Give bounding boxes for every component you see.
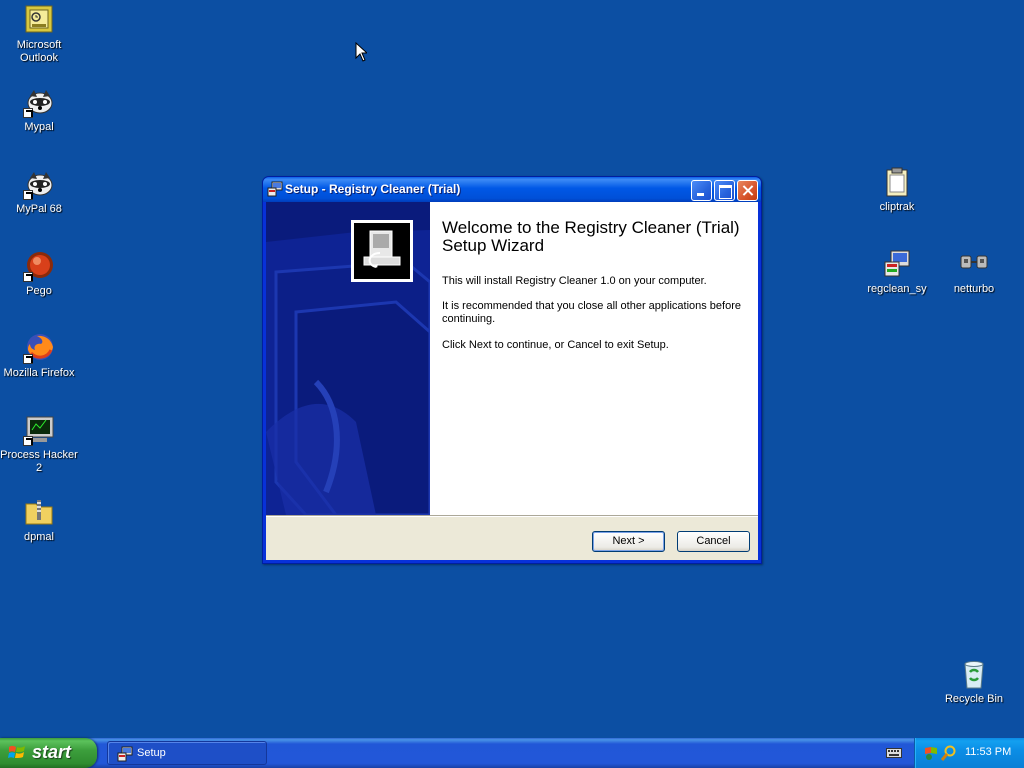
computer-install-icon: [354, 223, 410, 279]
desktop-icon-process-hacker[interactable]: Process Hacker 2: [0, 414, 79, 475]
shortcut-arrow-icon: [23, 190, 33, 200]
window-title: Setup - Registry Cleaner (Trial): [285, 182, 461, 196]
install-info-text: This will install Registry Cleaner 1.0 o…: [442, 275, 707, 287]
mouse-cursor-icon: [355, 42, 367, 62]
desktop-icon-label: Pego: [26, 285, 52, 297]
zip-folder-icon: [23, 496, 55, 528]
desktop-icon-label: netturbo: [953, 283, 995, 295]
shortcut-arrow-icon: [23, 272, 33, 282]
desktop-icon-mypal68[interactable]: MyPal 68: [0, 168, 79, 216]
keyboard-icon[interactable]: [886, 747, 902, 759]
desktop-icon-recycle-bin[interactable]: Recycle Bin: [934, 658, 1014, 706]
desktop-icon-label: Mozilla Firefox: [3, 367, 75, 379]
button-separator: [266, 515, 758, 517]
desktop-icon-mypal[interactable]: Mypal: [0, 86, 79, 134]
setup-app-icon: [117, 746, 133, 762]
installer-logo: [351, 220, 413, 282]
desktop-icon-outlook[interactable]: Microsoft Outlook: [0, 4, 79, 65]
shortcut-arrow-icon: [23, 108, 33, 118]
network-connection-icon[interactable]: [923, 745, 939, 761]
title-bar[interactable]: Setup - Registry Cleaner (Trial): [263, 177, 761, 202]
desktop-icon-label: Process Hacker 2: [0, 449, 78, 474]
instructions-text: Click Next to continue, or Cancel to exi…: [442, 339, 669, 351]
system-tray: 11:53 PM: [914, 738, 1024, 768]
desktop-icon-label: cliptrak: [879, 201, 915, 213]
wizard-content: Welcome to the Registry Cleaner (Trial) …: [430, 202, 758, 515]
setup-app-icon: [267, 181, 283, 197]
desktop-icon-dpmal[interactable]: dpmal: [0, 496, 79, 544]
close-apps-text: It is recommended that you close all oth…: [442, 300, 741, 325]
taskbar-button-setup[interactable]: Setup: [107, 741, 267, 765]
desktop-icon-label: dpmal: [24, 531, 54, 543]
cancel-button[interactable]: Cancel: [677, 531, 750, 552]
taskbar: start Setup 11:53 PM: [0, 738, 1024, 768]
installer-icon: [881, 248, 913, 280]
desktop-icon-label: regclean_sy: [867, 283, 927, 295]
clock[interactable]: 11:53 PM: [965, 746, 1011, 758]
recycle-bin-icon: [958, 658, 990, 690]
start-label: start: [32, 742, 72, 762]
search-icon[interactable]: [941, 745, 957, 761]
next-button[interactable]: Next >: [592, 531, 665, 552]
desktop-icon-cliptrak[interactable]: cliptrak: [857, 166, 937, 214]
shortcut-arrow-icon: [23, 436, 33, 446]
outlook-icon: [23, 4, 55, 36]
start-button[interactable]: start: [0, 738, 97, 768]
firefox-icon: [23, 332, 55, 364]
taskbar-button-label: Setup: [137, 747, 166, 759]
minimize-button[interactable]: [691, 180, 712, 201]
mypal-icon: [23, 86, 55, 118]
clipboard-icon: [881, 166, 913, 198]
desktop-icon-pego[interactable]: Pego: [0, 250, 79, 298]
wizard-side-banner: [266, 202, 430, 515]
desktop-icon-firefox[interactable]: Mozilla Firefox: [0, 332, 79, 380]
shortcut-arrow-icon: [23, 354, 33, 364]
windows-logo-icon: [8, 745, 25, 758]
wizard-client-area: Welcome to the Registry Cleaner (Trial) …: [266, 202, 758, 560]
mypal68-icon: [23, 168, 55, 200]
pego-icon: [23, 250, 55, 282]
maximize-button[interactable]: [714, 180, 735, 201]
desktop-icon-regclean[interactable]: regclean_sy: [857, 248, 937, 296]
setup-window: Setup - Registry Cleaner (Trial) Welcome…: [262, 176, 762, 564]
desktop-icon-label: Microsoft Outlook: [16, 39, 62, 64]
desktop-icon-label: Mypal: [24, 121, 54, 133]
desktop-icon-label: MyPal 68: [16, 203, 62, 215]
network-icon: [958, 248, 990, 280]
desktop-icon-label: Recycle Bin: [944, 693, 1004, 705]
desktop-icon-netturbo[interactable]: netturbo: [934, 248, 1014, 296]
process-hacker-icon: [23, 414, 55, 446]
welcome-heading: Welcome to the Registry Cleaner (Trial) …: [442, 218, 740, 255]
close-button[interactable]: [737, 180, 758, 201]
